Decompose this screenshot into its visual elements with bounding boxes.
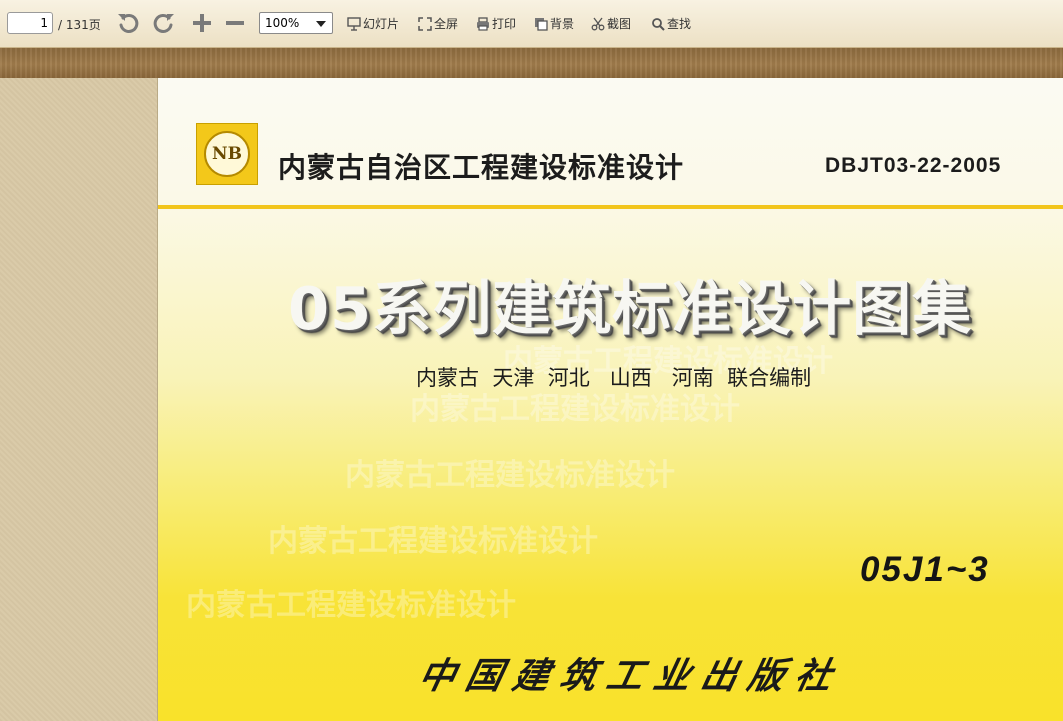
fullscreen-button[interactable]: 全屏 xyxy=(418,15,458,32)
search-icon xyxy=(652,17,665,31)
background-button[interactable]: 背景 xyxy=(534,15,574,32)
nb-logo: NB xyxy=(196,123,258,185)
reader-toolbar: / 131页 100% 幻灯片 全屏 xyxy=(0,0,1063,48)
slideshow-label: 幻灯片 xyxy=(363,17,400,31)
main-title: 05系列建筑标准设计图集 xyxy=(288,274,973,343)
zoom-value: 100% xyxy=(265,16,300,30)
standard-code: DBJT03-22-2005 xyxy=(825,154,1002,177)
slideshow-icon xyxy=(347,16,361,31)
page-number-input[interactable] xyxy=(7,12,53,34)
watermark-text: 内蒙古工程建设标准设计 xyxy=(268,524,598,559)
print-icon xyxy=(477,16,489,31)
zoom-select[interactable]: 100% xyxy=(259,12,333,34)
watermark-text: 内蒙古工程建设标准设计 xyxy=(186,588,516,623)
background-icon xyxy=(535,17,548,31)
fullscreen-label: 全屏 xyxy=(434,17,459,31)
divider-line xyxy=(158,205,1063,209)
screenshot-label: 截图 xyxy=(607,17,632,31)
org-name: 内蒙古自治区工程建设标准设计 xyxy=(278,151,685,184)
wood-header-strip xyxy=(0,48,1063,78)
left-background-panel xyxy=(0,78,157,721)
subtitle: 内蒙古 天津 河北 山西 河南 联合编制 xyxy=(416,366,812,390)
watermark-text: 内蒙古工程建设标准设计 xyxy=(345,458,675,493)
atlas-code: 05J1~3 xyxy=(860,550,990,589)
rotate-right-icon[interactable] xyxy=(150,10,176,36)
search-button[interactable]: 查找 xyxy=(651,15,691,32)
background-label: 背景 xyxy=(550,17,575,31)
zoom-in-icon[interactable] xyxy=(189,10,215,36)
document-page[interactable]: NB 内蒙古自治区工程建设标准设计 DBJT03-22-2005 内蒙古工程建设… xyxy=(157,78,1063,721)
print-label: 打印 xyxy=(492,17,517,31)
page-total-label: / 131页 xyxy=(58,18,101,32)
screenshot-button[interactable]: 截图 xyxy=(591,15,631,32)
print-button[interactable]: 打印 xyxy=(476,15,516,32)
logo-text: NB xyxy=(204,131,250,177)
scissors-icon xyxy=(591,17,605,30)
rotate-left-icon[interactable] xyxy=(116,10,142,36)
zoom-out-icon[interactable] xyxy=(222,10,248,36)
slideshow-button[interactable]: 幻灯片 xyxy=(347,15,399,32)
publisher-name: 中国建筑工业出版社 xyxy=(414,655,847,697)
chevron-down-icon xyxy=(316,21,326,27)
search-label: 查找 xyxy=(667,17,692,31)
fullscreen-icon xyxy=(418,16,432,31)
